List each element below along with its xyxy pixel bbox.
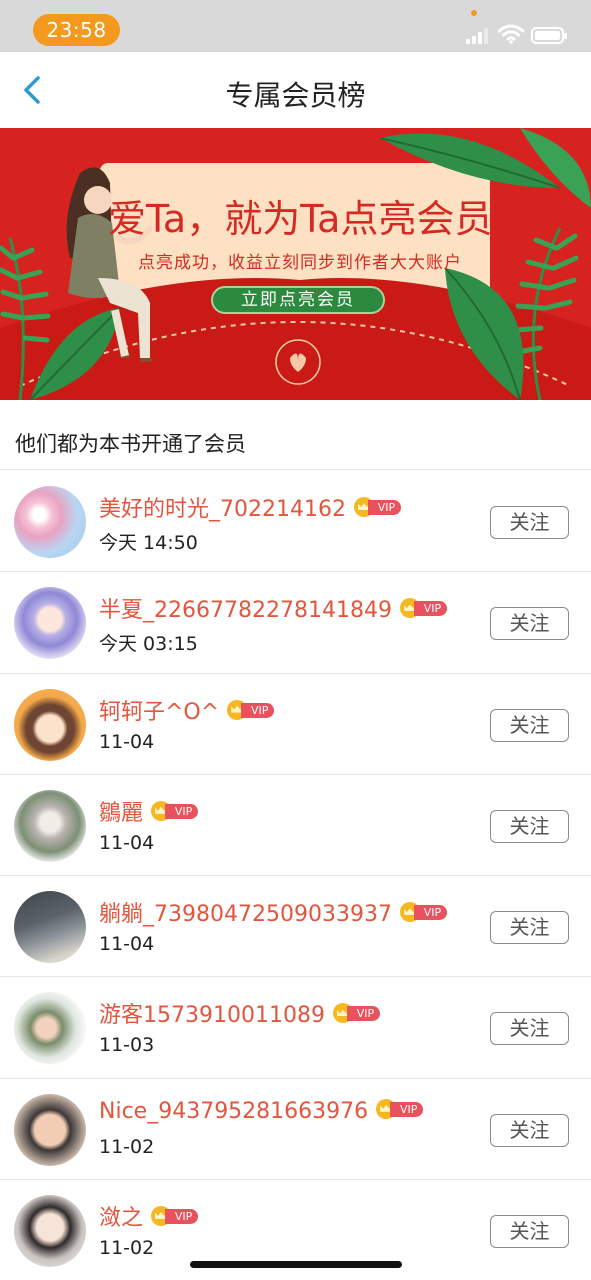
vip-badge: VIP: [353, 497, 401, 517]
cellular-signal-icon: [466, 28, 488, 44]
avatar[interactable]: [14, 688, 86, 761]
page-title: 专属会员榜: [225, 79, 366, 112]
banner-headline: 爱Ta，就为Ta点亮会员: [108, 197, 493, 241]
member-time: 11-03: [99, 1034, 155, 1057]
vip-badge: VIP: [399, 598, 447, 619]
section-title: 他们都为本书开通了会员: [15, 432, 246, 456]
vip-badge: VIP: [151, 1206, 199, 1227]
avatar[interactable]: [14, 587, 86, 660]
recording-indicator: [471, 10, 477, 16]
member-time: 11-04: [99, 730, 155, 753]
member-time: 11-02: [99, 1237, 155, 1260]
list-item[interactable]: 鶵麗 VIP 11-04 关注: [0, 774, 591, 877]
list-item[interactable]: 半夏_22667782278141849 VIP 今天 03:15 关注: [0, 572, 591, 674]
member-name: 鶵麗 VIP: [99, 795, 199, 827]
avatar[interactable]: [14, 992, 86, 1065]
follow-button[interactable]: 关注: [490, 911, 569, 945]
follow-button[interactable]: 关注: [490, 708, 569, 742]
vip-badge: VIP: [332, 1003, 380, 1024]
status-bar: 23:58: [0, 0, 591, 52]
wifi-icon: [498, 24, 524, 44]
banner-subtitle: 点亮成功，收益立刻同步到作者大大账户: [138, 253, 462, 273]
follow-button[interactable]: 关注: [490, 1215, 569, 1249]
member-name: 潋之 VIP: [99, 1200, 199, 1232]
member-time: 今天 03:15: [99, 633, 198, 656]
member-time: 11-02: [99, 1135, 155, 1158]
list-item[interactable]: 躺躺_73980472509033937 VIP 11-04 关注: [0, 876, 591, 978]
vip-badge: VIP: [151, 800, 199, 821]
member-time: 11-04: [99, 933, 155, 956]
navigation-bar: 专属会员榜: [0, 52, 591, 128]
vip-badge: VIP: [227, 699, 275, 720]
list-item[interactable]: Nice_943795281663976 VIP 11-02 关注: [0, 1078, 591, 1181]
follow-button[interactable]: 关注: [490, 506, 569, 539]
member-name: 半夏_22667782278141849 VIP: [99, 592, 447, 624]
list-item[interactable]: 轲轲子^O^ VIP 11-04 关注: [0, 673, 591, 775]
home-indicator[interactable]: [190, 1261, 402, 1268]
member-name: 躺躺_73980472509033937 VIP: [99, 896, 447, 928]
status-time: 23:58: [33, 14, 120, 46]
list-item[interactable]: 美好的时光_702214162 VIP 今天 14:50 关注: [0, 471, 591, 573]
avatar[interactable]: [14, 486, 86, 558]
membership-banner[interactable]: 爱Ta，就为Ta点亮会员 点亮成功，收益立刻同步到作者大大账户 立即点亮会员: [0, 128, 591, 400]
follow-button[interactable]: 关注: [490, 809, 569, 843]
vip-badge: VIP: [376, 1098, 424, 1119]
avatar[interactable]: [14, 789, 86, 862]
section-header: 他们都为本书开通了会员: [0, 400, 591, 470]
avatar[interactable]: [14, 891, 86, 964]
member-name: Nice_943795281663976 VIP: [99, 1098, 424, 1124]
follow-button[interactable]: 关注: [490, 1113, 569, 1147]
avatar[interactable]: [14, 1195, 86, 1268]
activate-membership-button[interactable]: 立即点亮会员: [211, 286, 385, 314]
battery-icon: [531, 27, 567, 44]
vip-badge: VIP: [399, 902, 447, 923]
follow-button[interactable]: 关注: [490, 607, 569, 641]
member-name: 轲轲子^O^ VIP: [99, 694, 275, 726]
member-list: 美好的时光_702214162 VIP 今天 14:50 关注 半夏_226677…: [0, 471, 591, 1280]
member-time: 今天 14:50: [99, 532, 198, 554]
follow-button[interactable]: 关注: [490, 1012, 569, 1046]
member-name: 游客1573910011089 VIP: [99, 997, 380, 1029]
member-name: 美好的时光_702214162 VIP: [99, 491, 401, 523]
member-time: 11-04: [99, 831, 155, 854]
list-item[interactable]: 游客1573910011089 VIP 11-03 关注: [0, 977, 591, 1079]
avatar[interactable]: [14, 1093, 86, 1166]
